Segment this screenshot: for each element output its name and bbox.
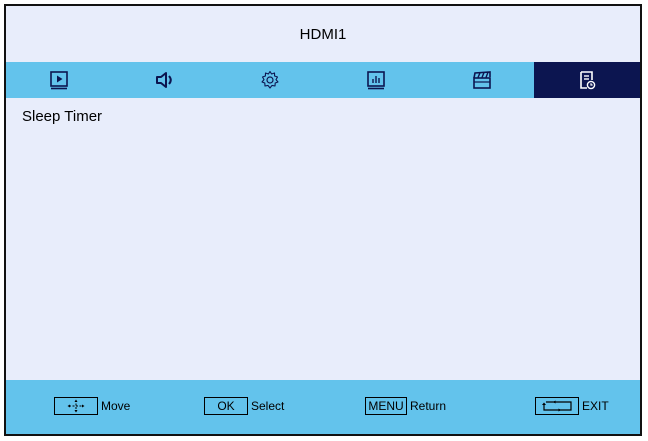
tab-setup[interactable] xyxy=(217,62,323,98)
tab-picture[interactable] xyxy=(6,62,112,98)
clapperboard-icon xyxy=(472,71,491,89)
exit-icon xyxy=(542,400,572,412)
move-key[interactable] xyxy=(54,397,98,415)
menu-content: Sleep Timer xyxy=(6,98,640,382)
picture-icon xyxy=(50,71,68,90)
move-hint: Move xyxy=(54,397,130,415)
select-hint: OK Select xyxy=(204,397,284,415)
bar-chart-icon xyxy=(367,71,385,90)
ok-key[interactable]: OK xyxy=(204,397,248,415)
timer-document-icon xyxy=(580,71,596,90)
tab-sound[interactable] xyxy=(112,62,218,98)
tab-bar xyxy=(6,62,641,98)
tab-media[interactable] xyxy=(429,62,535,98)
source-title-text: HDMI1 xyxy=(299,25,347,43)
footer-hints: Move OK Select MENU Return EXIT xyxy=(6,380,640,434)
tab-channel[interactable] xyxy=(323,62,429,98)
source-title: HDMI1 xyxy=(6,6,640,62)
osd-menu-frame: HDMI1 Sleep Timer Move OK Select MENU Re… xyxy=(4,4,642,436)
select-label: Select xyxy=(251,399,285,413)
move-label: Move xyxy=(101,399,131,413)
menu-key[interactable]: MENU xyxy=(365,397,407,415)
exit-key[interactable] xyxy=(535,397,579,415)
exit-label: EXIT xyxy=(582,399,609,413)
move-arrows-icon xyxy=(67,399,85,413)
exit-hint: EXIT xyxy=(535,397,609,415)
gear-icon xyxy=(261,70,279,89)
menu-item-sleep-timer[interactable]: Sleep Timer xyxy=(22,108,102,125)
tab-time[interactable] xyxy=(534,62,641,98)
speaker-icon xyxy=(155,72,172,88)
return-hint: MENU Return xyxy=(365,397,446,415)
return-label: Return xyxy=(410,399,447,413)
